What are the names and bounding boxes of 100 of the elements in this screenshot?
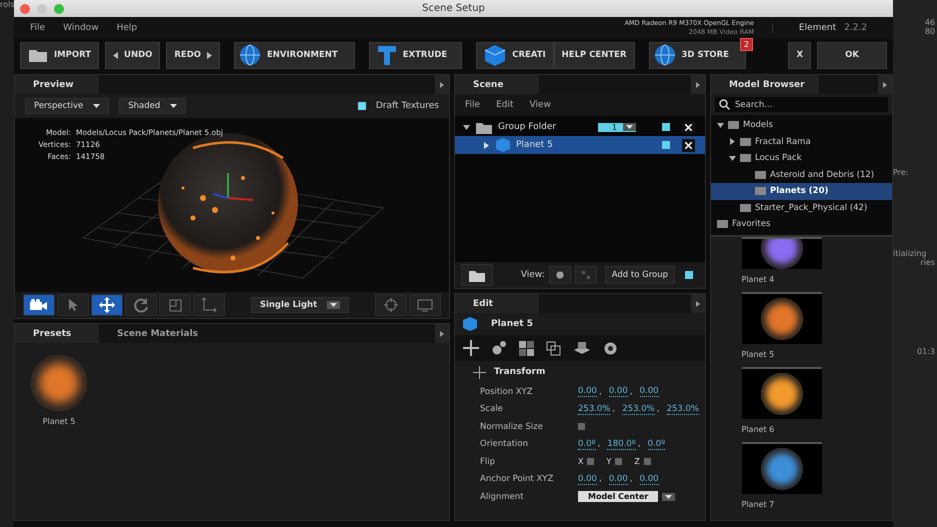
value-field[interactable]: 0.00	[640, 474, 659, 485]
panel-menu-button[interactable]	[435, 324, 449, 343]
model-tree-item[interactable]: Favorites	[711, 216, 892, 232]
value-field[interactable]: 253.0%	[666, 404, 700, 415]
model-tree-item[interactable]: Starter_Pack_Physical (42)	[711, 200, 892, 216]
toolbar-button[interactable]: EXTRUDE	[368, 42, 462, 68]
value-field[interactable]: 180.0º	[607, 438, 636, 450]
layers-icon[interactable]	[546, 340, 561, 356]
checkbox[interactable]	[578, 423, 585, 430]
rotate-icon	[134, 298, 148, 312]
panel-menu-button[interactable]	[435, 75, 449, 94]
panel-menu-button[interactable]	[878, 75, 892, 94]
property-label: Flip	[479, 456, 496, 467]
collapse-arrow-icon[interactable]	[729, 154, 736, 162]
value-field[interactable]: 0.00	[608, 474, 628, 485]
value-field[interactable]: 0.0º	[648, 438, 666, 450]
axis-label: X	[578, 457, 584, 466]
panel-tab[interactable]: Presets	[15, 324, 99, 343]
add-folder-button[interactable]	[461, 264, 493, 286]
visibility-checkbox[interactable]	[662, 141, 670, 149]
model-thumbnail[interactable]	[742, 442, 822, 494]
screen-button[interactable]	[409, 294, 441, 316]
layer-count-field[interactable]: 1	[598, 122, 636, 132]
panel-tab[interactable]: Edit	[455, 294, 539, 313]
model-thumbnail[interactable]	[742, 366, 822, 418]
menu-item[interactable]: File	[30, 22, 46, 32]
value-field[interactable]: 0.00	[640, 386, 659, 398]
property-label: Alignment	[479, 492, 525, 502]
panel-menu-button[interactable]	[691, 294, 705, 313]
panel-tab[interactable]: Scene	[455, 75, 539, 94]
checkbox[interactable]	[587, 458, 594, 466]
viewport-tool-button[interactable]	[91, 294, 123, 316]
toolbar-button[interactable]: ENVIRONMENT	[234, 42, 355, 68]
expand-arrow-icon[interactable]	[729, 138, 736, 146]
dropdown-button[interactable]	[662, 492, 676, 501]
panel-tab[interactable]: Preview	[15, 75, 99, 94]
value-field[interactable]: 253.0%	[622, 404, 655, 415]
menu-item[interactable]: Help	[116, 22, 138, 32]
alignment-dropdown[interactable]: Model Center	[578, 491, 658, 502]
toolbar-button[interactable]: IMPORT	[20, 42, 100, 68]
value-field[interactable]: 0.00	[578, 386, 597, 398]
background-text: ries	[920, 258, 935, 267]
value-field[interactable]: 0.0º	[578, 438, 596, 450]
menu-item[interactable]: File	[465, 100, 480, 110]
dialog-button[interactable]: OK	[817, 42, 887, 68]
caret-icon	[665, 494, 672, 499]
model-tree-item[interactable]: Fractal Rama	[711, 134, 892, 150]
value-field[interactable]: 253.0%	[578, 404, 610, 415]
viewport-tool-button[interactable]	[23, 294, 55, 316]
model-tree-item[interactable]: Asteroid and Debris (12)	[711, 166, 892, 183]
sphere-view-button[interactable]	[548, 266, 571, 284]
toolbar-button[interactable]: CREATI	[476, 42, 554, 68]
checkbox[interactable]	[685, 271, 693, 279]
menu-item[interactable]: Edit	[496, 100, 514, 110]
target-button[interactable]	[375, 294, 407, 316]
scene-tree-row[interactable]: Planet 5	[455, 136, 705, 154]
model-name: Planet 6	[742, 424, 776, 434]
shading-dropdown[interactable]: Shaded	[119, 98, 186, 114]
delete-button[interactable]	[682, 120, 695, 134]
close-icon[interactable]	[20, 4, 30, 14]
panel-menu-button[interactable]	[691, 75, 705, 94]
toolbar-button[interactable]: UNDO	[105, 42, 160, 68]
checkbox[interactable]	[644, 458, 651, 466]
separator-text: ,	[598, 439, 600, 450]
bevel-icon[interactable]	[573, 341, 591, 355]
background-text: 46	[924, 18, 935, 27]
checkbox[interactable]	[358, 102, 366, 110]
model-thumbnail[interactable]	[742, 292, 822, 344]
model-tree-item[interactable]: Planets (20)	[711, 183, 892, 200]
checker-icon[interactable]	[519, 340, 534, 356]
lighting-dropdown[interactable]: Single Light	[250, 297, 350, 313]
add-to-group-button[interactable]: Add to Group	[604, 266, 675, 284]
toolbar-button[interactable]: HELP CENTER	[554, 42, 635, 68]
move-icon[interactable]	[463, 340, 479, 356]
gears-icon[interactable]	[491, 340, 507, 356]
section-title: Transform	[494, 367, 546, 377]
collapse-arrow-icon[interactable]	[717, 122, 724, 129]
toolbar-button[interactable]: 3D STORE	[648, 42, 746, 68]
model-tree-item[interactable]: Locus Pack	[711, 150, 892, 166]
model-tree-item[interactable]: Models	[711, 117, 892, 134]
view-dropdown[interactable]: Perspective	[25, 98, 110, 114]
search-field[interactable]: Search...	[715, 97, 888, 112]
settings-icon[interactable]	[603, 340, 618, 356]
model-thumbnail[interactable]	[742, 236, 822, 268]
delete-button[interactable]	[682, 138, 695, 152]
scene-tree-row[interactable]: Group Folder 1	[455, 118, 705, 136]
visibility-checkbox[interactable]	[662, 123, 670, 131]
collapse-arrow-icon[interactable]	[463, 124, 470, 130]
value-field[interactable]: 0.00	[608, 386, 628, 398]
tree-item-label: Group Folder	[498, 122, 556, 132]
folder-icon	[728, 121, 739, 130]
value-field[interactable]: 0.00	[578, 474, 597, 485]
dialog-button[interactable]: X	[788, 42, 811, 68]
close-icon	[685, 142, 692, 148]
menu-item[interactable]: View	[530, 100, 551, 110]
panel-tab[interactable]: Model Browser	[711, 75, 819, 94]
toolbar-button[interactable]: REDO	[166, 42, 220, 68]
menu-item[interactable]: Window	[63, 22, 99, 32]
expand-arrow-icon[interactable]	[483, 142, 490, 148]
checkbox[interactable]	[615, 458, 622, 466]
